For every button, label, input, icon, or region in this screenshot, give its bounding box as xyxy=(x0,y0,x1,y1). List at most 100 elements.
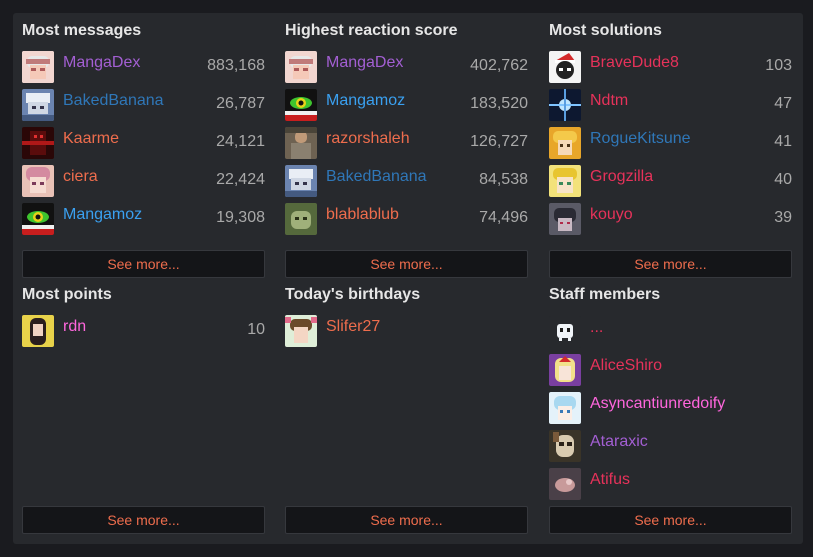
bakedbanana-avatar[interactable] xyxy=(285,165,317,197)
blablablub-avatar[interactable] xyxy=(285,203,317,235)
username-link[interactable]: MangaDex xyxy=(326,54,403,72)
asyncantiunredoify-avatar[interactable] xyxy=(549,392,581,424)
most-points-block: Most points rdn 10 See more... xyxy=(22,285,265,537)
username-link[interactable]: MangaDex xyxy=(63,54,140,72)
username-link[interactable]: RogueKitsune xyxy=(590,130,691,148)
rdn-avatar[interactable] xyxy=(22,315,54,347)
list-item: BakedBanana 84,538 xyxy=(285,165,528,197)
see-more-button[interactable]: See more... xyxy=(285,506,528,534)
username-link[interactable]: Ataraxic xyxy=(590,433,648,451)
solution-count: 40 xyxy=(774,171,792,188)
todays-birthdays-block: Today's birthdays Slifer27 See more... xyxy=(285,285,528,537)
username-link[interactable]: blablablub xyxy=(326,206,399,224)
slifer27-avatar[interactable] xyxy=(285,315,317,347)
reaction-score: 183,520 xyxy=(470,95,528,112)
list-item: Atifus xyxy=(549,468,792,500)
message-count: 24,121 xyxy=(216,133,265,150)
message-count: 883,168 xyxy=(207,57,265,74)
highest-reaction-score-title[interactable]: Highest reaction score xyxy=(285,21,458,41)
ataraxic-avatar[interactable] xyxy=(549,430,581,462)
ciera-avatar[interactable] xyxy=(22,165,54,197)
grogzilla-avatar[interactable] xyxy=(549,165,581,197)
message-count: 26,787 xyxy=(216,95,265,112)
username-link[interactable]: AliceShiro xyxy=(590,357,662,375)
staff-members-block: Staff members ... AliceShiro Asyncantiun… xyxy=(549,285,792,537)
most-points-title[interactable]: Most points xyxy=(22,285,112,305)
solution-count: 103 xyxy=(765,57,792,74)
see-more-button[interactable]: See more... xyxy=(549,506,792,534)
username-link[interactable]: BakedBanana xyxy=(63,92,164,110)
username-link[interactable]: razorshaleh xyxy=(326,130,410,148)
reaction-score: 74,496 xyxy=(479,209,528,226)
list-item: ciera 22,424 xyxy=(22,165,265,197)
username-link[interactable]: rdn xyxy=(63,318,86,336)
list-item: blablablub 74,496 xyxy=(285,203,528,235)
list-item: Ataraxic xyxy=(549,430,792,462)
roguekitsune-avatar[interactable] xyxy=(549,127,581,159)
mangamoz-avatar[interactable] xyxy=(285,89,317,121)
reaction-score: 126,727 xyxy=(470,133,528,150)
username-link[interactable]: Mangamoz xyxy=(326,92,405,110)
list-item: kouyo 39 xyxy=(549,203,792,235)
username-link[interactable]: Asyncantiunredoify xyxy=(590,395,725,413)
username-link[interactable]: Mangamoz xyxy=(63,206,142,224)
see-more-button[interactable]: See more... xyxy=(285,250,528,278)
see-more-button[interactable]: See more... xyxy=(22,506,265,534)
bakedbanana-avatar[interactable] xyxy=(22,89,54,121)
username-link[interactable]: Grogzilla xyxy=(590,168,653,186)
list-item: Kaarme 24,121 xyxy=(22,127,265,159)
username-link[interactable]: Kaarme xyxy=(63,130,119,148)
kaarme-avatar[interactable] xyxy=(22,127,54,159)
mangamoz-avatar[interactable] xyxy=(22,203,54,235)
list-item: BraveDude8 103 xyxy=(549,51,792,83)
most-solutions-title[interactable]: Most solutions xyxy=(549,21,662,41)
list-item: Slifer27 xyxy=(285,315,528,347)
list-item: Ndtm 47 xyxy=(549,89,792,121)
most-messages-title[interactable]: Most messages xyxy=(22,21,141,41)
solution-count: 41 xyxy=(774,133,792,150)
username-link[interactable]: Slifer27 xyxy=(326,318,380,336)
ndtm-avatar[interactable] xyxy=(549,89,581,121)
list-item: Asyncantiunredoify xyxy=(549,392,792,424)
list-item: Grogzilla 40 xyxy=(549,165,792,197)
most-messages-block: Most messages MangaDex 883,168 BakedBana… xyxy=(22,21,265,281)
list-item: razorshaleh 126,727 xyxy=(285,127,528,159)
members-stats-panel: Most messages MangaDex 883,168 BakedBana… xyxy=(13,13,803,544)
list-item: Mangamoz 183,520 xyxy=(285,89,528,121)
razorshaleh-avatar[interactable] xyxy=(285,127,317,159)
solution-count: 39 xyxy=(774,209,792,226)
atifus-avatar[interactable] xyxy=(549,468,581,500)
aliceshiro-avatar[interactable] xyxy=(549,354,581,386)
list-item: Mangamoz 19,308 xyxy=(22,203,265,235)
points-count: 10 xyxy=(247,321,265,338)
message-count: 19,308 xyxy=(216,209,265,226)
list-item: RogueKitsune 41 xyxy=(549,127,792,159)
list-item: AliceShiro xyxy=(549,354,792,386)
solution-count: 47 xyxy=(774,95,792,112)
username-link[interactable]: Ndtm xyxy=(590,92,628,110)
list-item: BakedBanana 26,787 xyxy=(22,89,265,121)
robot-avatar[interactable] xyxy=(549,316,581,348)
most-solutions-block: Most solutions BraveDude8 103 Ndtm 47 Ro… xyxy=(549,21,792,281)
mangadex-avatar[interactable] xyxy=(285,51,317,83)
list-item: MangaDex 402,762 xyxy=(285,51,528,83)
username-link[interactable]: Atifus xyxy=(590,471,630,489)
username-link[interactable]: kouyo xyxy=(590,206,633,224)
username-link[interactable]: BraveDude8 xyxy=(590,54,679,72)
mangadex-avatar[interactable] xyxy=(22,51,54,83)
highest-reaction-score-block: Highest reaction score MangaDex 402,762 … xyxy=(285,21,528,281)
username-link[interactable]: ... xyxy=(590,319,603,337)
reaction-score: 84,538 xyxy=(479,171,528,188)
username-link[interactable]: BakedBanana xyxy=(326,168,427,186)
list-item: ... xyxy=(549,316,792,348)
username-link[interactable]: ciera xyxy=(63,168,98,186)
see-more-button[interactable]: See more... xyxy=(22,250,265,278)
list-item: MangaDex 883,168 xyxy=(22,51,265,83)
staff-members-title[interactable]: Staff members xyxy=(549,285,660,305)
list-item: rdn 10 xyxy=(22,315,265,347)
bravedude8-avatar[interactable] xyxy=(549,51,581,83)
kouyo-avatar[interactable] xyxy=(549,203,581,235)
todays-birthdays-title[interactable]: Today's birthdays xyxy=(285,285,420,305)
message-count: 22,424 xyxy=(216,171,265,188)
see-more-button[interactable]: See more... xyxy=(549,250,792,278)
